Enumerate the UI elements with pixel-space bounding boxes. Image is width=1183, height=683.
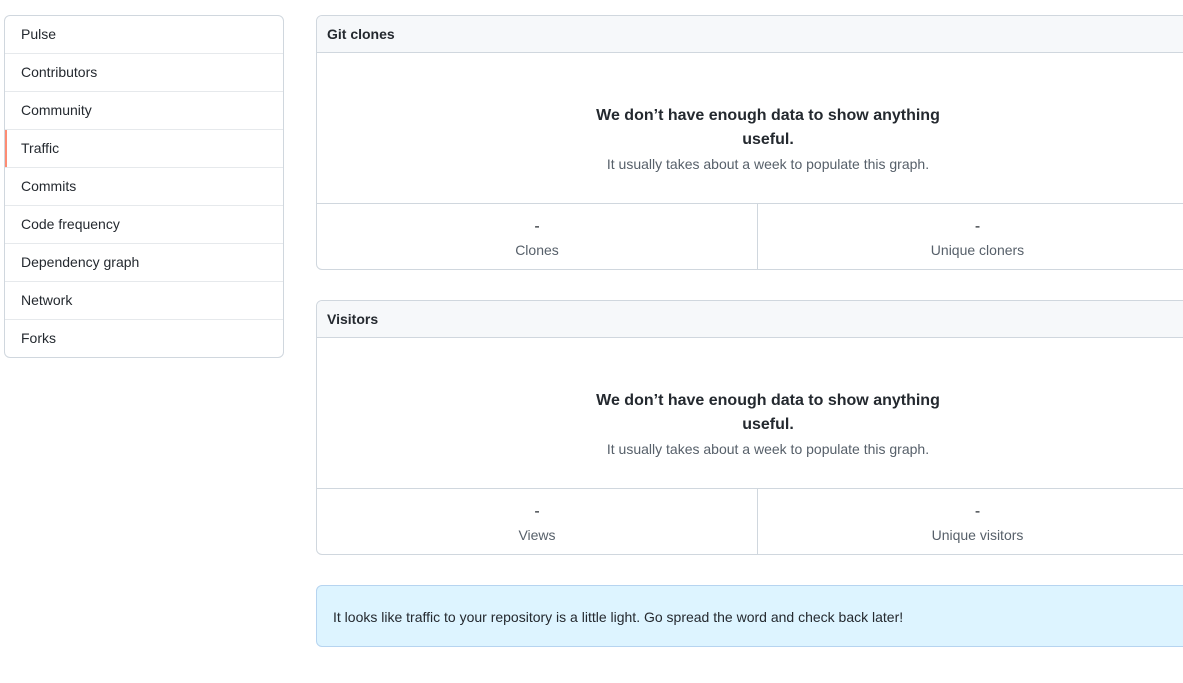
sidebar-item-forks[interactable]: Forks [5,319,283,357]
unique-visitors-label: Unique visitors [931,527,1024,543]
unique-visitors-count: - [974,503,981,520]
views-stat: - Views [317,489,757,554]
sidebar-item-network[interactable]: Network [5,281,283,319]
visitors-empty-state: We don’t have enough data to show anythi… [317,338,1183,488]
unique-cloners-label: Unique cloners [930,242,1025,258]
git-clones-panel: Git clones We don’t have enough data to … [316,15,1183,270]
unique-cloners-stat: - Unique cloners [756,204,1183,269]
git-clones-title: Git clones [317,16,1183,53]
sidebar-item-dependency-graph[interactable]: Dependency graph [5,243,283,281]
visitors-empty-title: We don’t have enough data to show anythi… [596,392,940,433]
sidebar-item-commits[interactable]: Commits [5,167,283,205]
clones-count: - [534,218,540,235]
sidebar-item-code-frequency[interactable]: Code frequency [5,205,283,243]
git-clones-empty-desc: It usually takes about a week to populat… [606,156,930,172]
clones-label: Clones [515,242,559,258]
views-label: Views [518,527,556,543]
sidebar-item-pulse[interactable]: Pulse [5,16,283,53]
views-count: - [534,503,540,520]
visitors-title: Visitors [317,301,1183,338]
sidebar-item-traffic[interactable]: Traffic [5,129,283,167]
unique-visitors-stat: - Unique visitors [756,489,1183,554]
unique-cloners-count: - [974,218,981,235]
visitors-summary: - Views - Unique visitors [317,488,1183,554]
git-clones-empty-state: We don’t have enough data to show anythi… [317,53,1183,203]
visitors-panel: Visitors We don’t have enough data to sh… [316,300,1183,555]
traffic-light-notice: It looks like traffic to your repository… [316,585,1183,647]
git-clones-empty-title: We don’t have enough data to show anythi… [596,107,940,148]
git-clones-summary: - Clones - Unique cloners [317,203,1183,269]
sidebar-item-contributors[interactable]: Contributors [5,53,283,91]
visitors-empty-desc: It usually takes about a week to populat… [606,441,930,457]
insights-sidebar: Pulse Contributors Community Traffic Com… [4,15,284,358]
clones-stat: - Clones [317,204,757,269]
sidebar-item-community[interactable]: Community [5,91,283,129]
